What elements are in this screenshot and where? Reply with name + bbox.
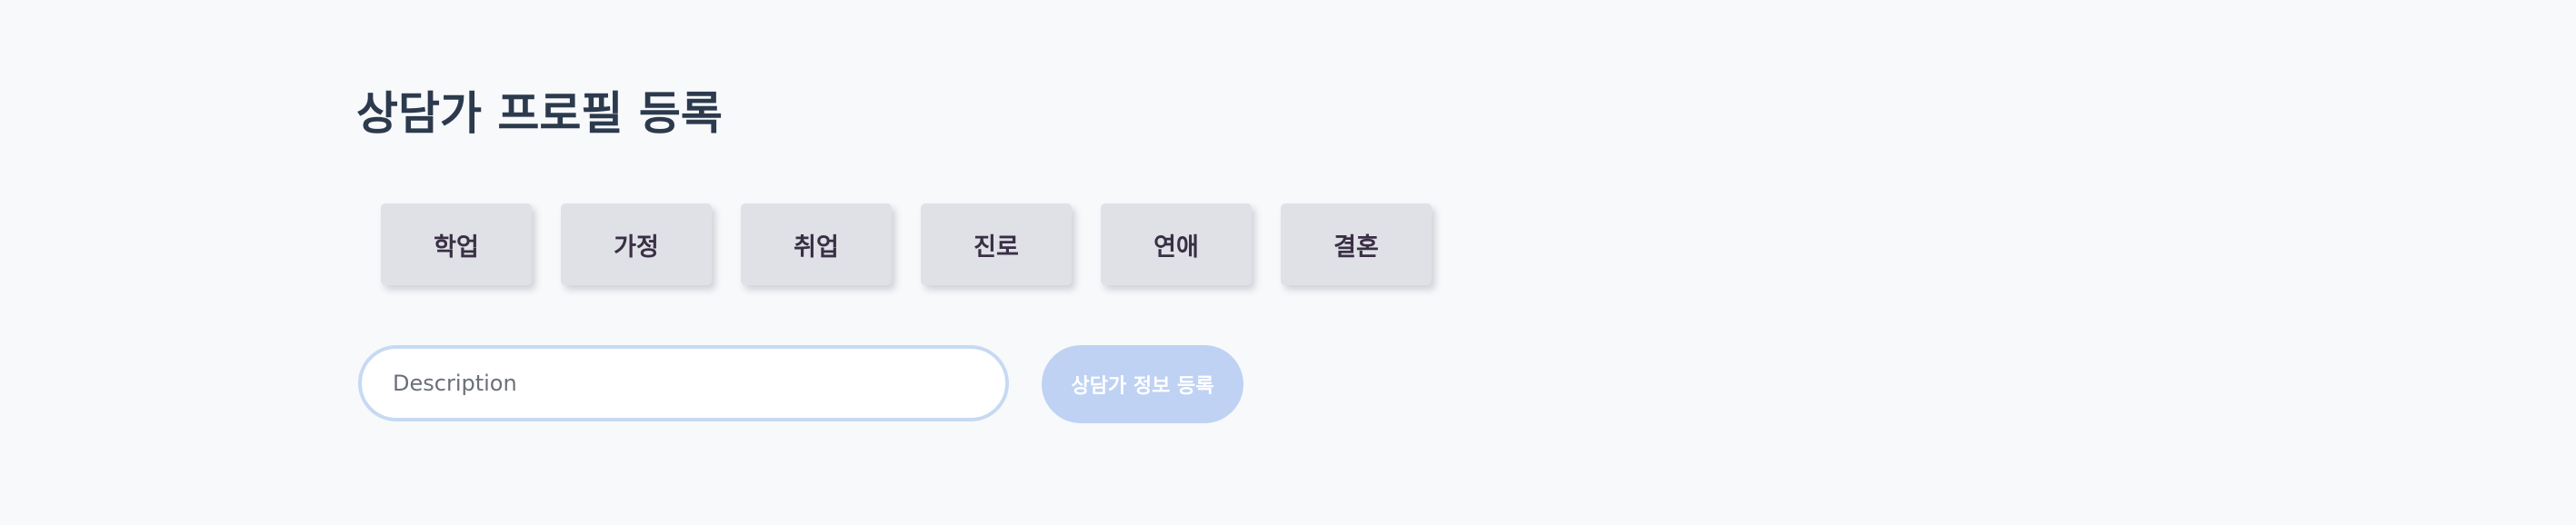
category-button-dating[interactable]: 연애 [1101, 203, 1252, 285]
category-button-employment[interactable]: 취업 [741, 203, 892, 285]
register-counselor-button[interactable]: 상담가 정보 등록 [1042, 345, 1243, 423]
category-button-family[interactable]: 가정 [561, 203, 712, 285]
page-title: 상담가 프로필 등록 [356, 87, 723, 140]
category-button-study[interactable]: 학업 [381, 203, 532, 285]
description-input[interactable] [358, 345, 1009, 421]
category-button-marriage[interactable]: 결혼 [1281, 203, 1432, 285]
category-button-group: 학업 가정 취업 진로 연애 결혼 [381, 203, 1432, 285]
category-button-career[interactable]: 진로 [921, 203, 1072, 285]
